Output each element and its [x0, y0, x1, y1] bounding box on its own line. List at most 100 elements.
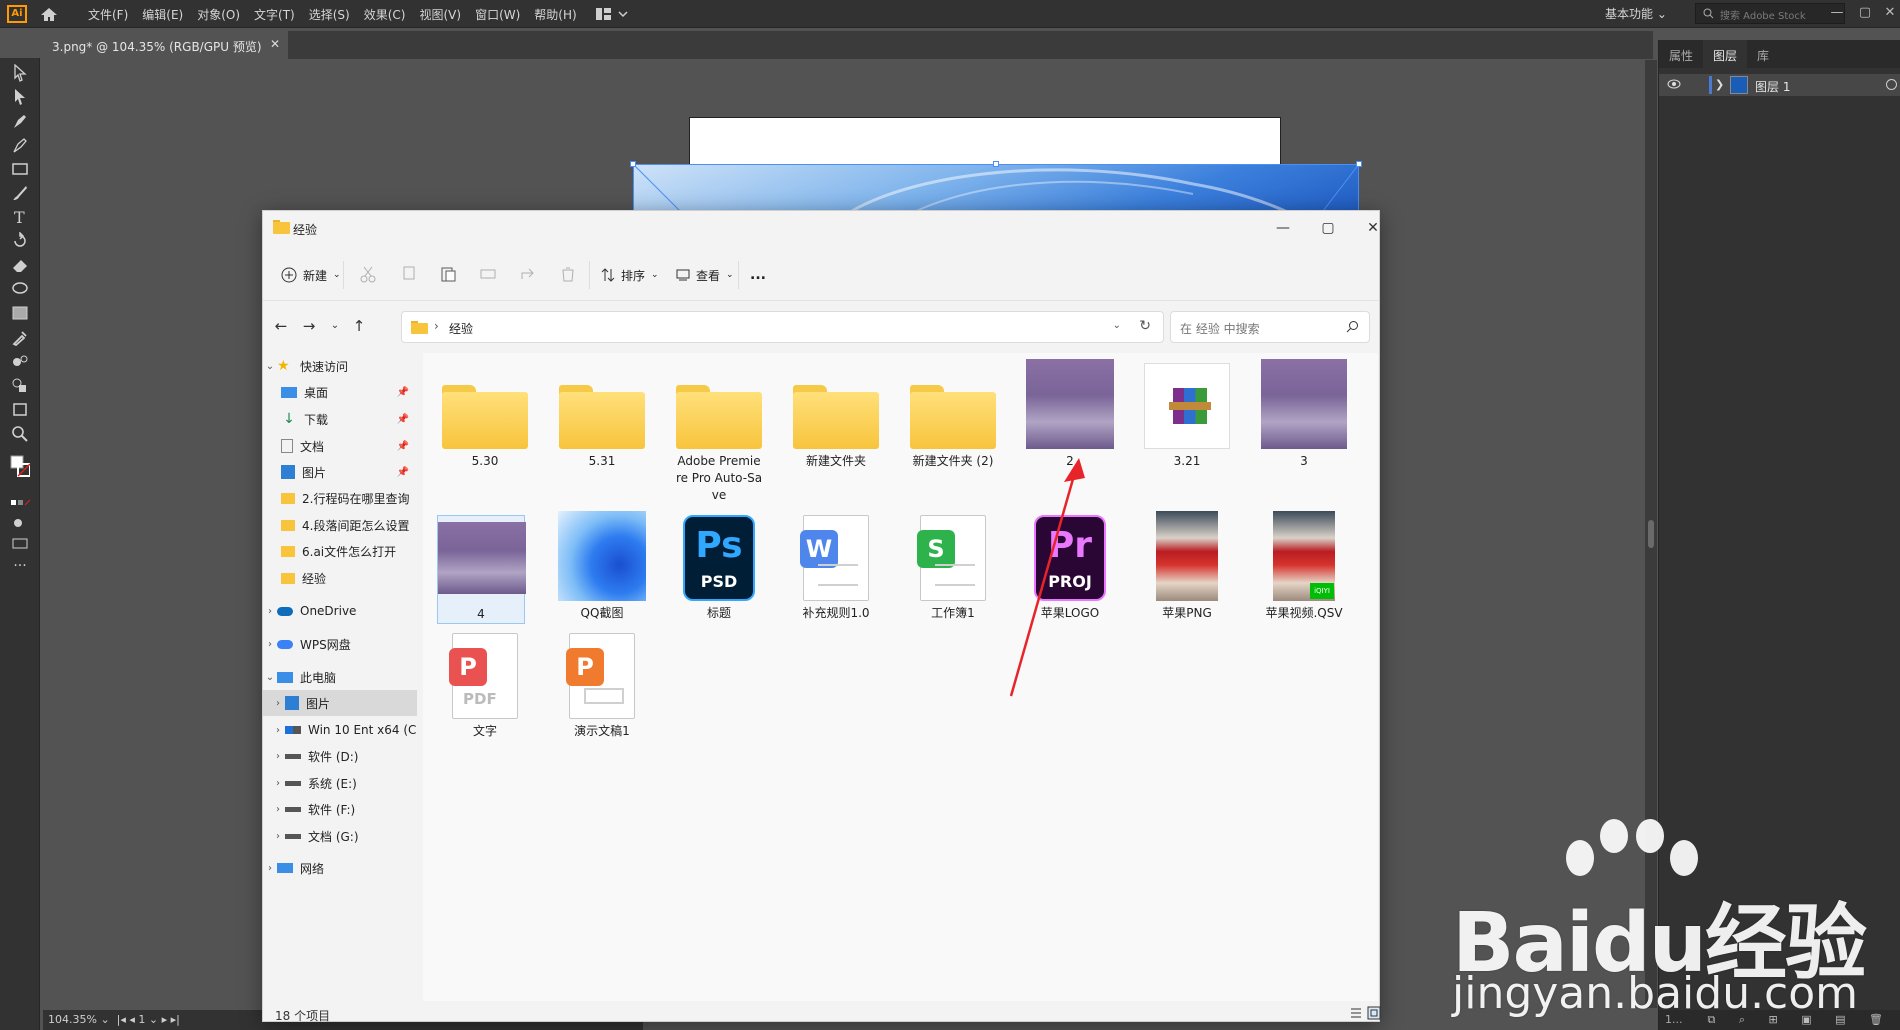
folder-item[interactable]: Adobe Premiere Pro Auto-Save [675, 363, 763, 504]
zoom-tool-icon[interactable] [10, 424, 30, 442]
sort-button[interactable]: 排序 ⌄ [601, 265, 659, 285]
sidebar-item-drive-e[interactable]: › 系统 (E:) [263, 770, 417, 796]
expand-chevron-icon[interactable]: › [271, 751, 285, 762]
paste-icon[interactable] [439, 265, 457, 283]
more-options-button[interactable]: ... [750, 265, 766, 285]
up-arrow-icon[interactable]: ↑ [349, 316, 369, 336]
cut-icon[interactable] [359, 265, 377, 283]
fill-stroke-icon[interactable] [10, 452, 30, 482]
new-button[interactable]: 新建 ⌄ [281, 265, 341, 285]
tab-layers[interactable]: 图层 [1703, 40, 1748, 68]
artboard-tool-icon[interactable] [10, 400, 30, 418]
eyedropper-tool-icon[interactable] [10, 328, 30, 346]
pin-icon[interactable]: 📌 [397, 467, 409, 478]
pen-tool-icon[interactable] [10, 112, 30, 130]
menu-file[interactable]: 文件(F) [88, 6, 128, 23]
video-file-item[interactable]: iQIYI 苹果视频.QSV [1260, 511, 1348, 622]
forward-arrow-icon[interactable]: → [299, 316, 319, 336]
sidebar-item-network[interactable]: › 网络 [263, 855, 417, 881]
search-input[interactable]: 在 经验 中搜索 [1170, 311, 1370, 343]
sidebar-item-downloads[interactable]: ↓ 下载 📌 [263, 406, 417, 432]
sidebar-item-drive-d[interactable]: › 软件 (D:) [263, 743, 417, 769]
folder-item[interactable]: 5.31 [558, 363, 646, 470]
paintbrush-tool-icon[interactable] [10, 184, 30, 202]
expand-chevron-icon[interactable]: › [271, 804, 285, 815]
pin-icon[interactable]: 📌 [397, 441, 409, 452]
page-number[interactable]: 1 [138, 1013, 145, 1026]
image-file-item[interactable]: 2 [1026, 359, 1114, 470]
selection-handle[interactable] [993, 161, 999, 167]
close-icon[interactable]: ✕ [1883, 6, 1897, 20]
eye-icon[interactable] [1667, 79, 1681, 89]
workspace-switcher[interactable]: 基本功能 ⌄ [1605, 5, 1667, 22]
menu-object[interactable]: 对象(O) [197, 6, 240, 23]
breadcrumb-item[interactable]: 经验 [449, 320, 473, 337]
folder-item[interactable]: 新建文件夹 [792, 363, 880, 470]
arrange-documents-icon[interactable] [595, 7, 629, 21]
minimize-icon[interactable]: — [1830, 6, 1844, 20]
stock-search-input[interactable]: 搜索 Adobe Stock [1695, 3, 1845, 24]
sidebar-item-pictures[interactable]: 图片 📌 [263, 459, 417, 485]
share-icon[interactable] [519, 265, 537, 283]
archive-file-item[interactable]: 3.21 [1143, 363, 1231, 470]
sidebar-item-folder[interactable]: 6.ai文件怎么打开 [263, 538, 417, 564]
selection-handle[interactable] [1356, 161, 1362, 167]
menu-type[interactable]: 文字(T) [254, 6, 295, 23]
type-tool-icon[interactable]: T [10, 208, 30, 226]
refresh-icon[interactable]: ↻ [1139, 318, 1151, 334]
close-tab-icon[interactable]: ✕ [270, 37, 280, 51]
sidebar-item-pc-pictures[interactable]: › 图片 [263, 690, 417, 716]
menu-effect[interactable]: 效果(C) [364, 6, 406, 23]
sidebar-item-documents[interactable]: 文档 📌 [263, 433, 417, 459]
tab-libraries[interactable]: 库 [1747, 40, 1779, 68]
close-icon[interactable]: ✕ [1358, 217, 1388, 239]
eraser-tool-icon[interactable] [10, 256, 30, 274]
maximize-icon[interactable]: ▢ [1313, 217, 1343, 239]
lasso-tool-icon[interactable] [10, 280, 30, 298]
image-file-item[interactable]: 3 [1260, 359, 1348, 470]
address-dropdown-icon[interactable]: ⌄ [1113, 320, 1121, 331]
menu-window[interactable]: 窗口(W) [475, 6, 520, 23]
layer-row[interactable]: ❯ 图层 1 [1659, 74, 1900, 96]
ppt-file-item[interactable]: P 演示文稿1 [558, 633, 646, 740]
layer-name[interactable]: 图层 1 [1755, 78, 1790, 95]
zoom-level[interactable]: 104.35% [48, 1013, 97, 1026]
target-circle-icon[interactable] [1886, 79, 1897, 90]
maximize-icon[interactable]: ▢ [1858, 6, 1872, 20]
rename-icon[interactable] [479, 265, 497, 283]
pin-icon[interactable]: 📌 [397, 387, 409, 398]
expand-chevron-icon[interactable]: › [271, 725, 285, 736]
view-button[interactable]: 查看 ⌄ [676, 265, 734, 285]
back-arrow-icon[interactable]: ← [271, 316, 291, 336]
large-icons-view-icon[interactable] [1367, 1006, 1381, 1020]
sidebar-item-folder[interactable]: 经验 [263, 565, 417, 591]
rectangle-tool-icon[interactable] [10, 160, 30, 178]
expand-chevron-icon[interactable]: › [263, 863, 277, 874]
expand-chevron-icon[interactable]: › [263, 606, 277, 617]
sidebar-item-onedrive[interactable]: › OneDrive [263, 598, 417, 624]
sidebar-item-this-pc[interactable]: ⌄ 此电脑 [263, 664, 417, 690]
word-file-item[interactable]: W 补充规则1.0 [792, 515, 880, 622]
scrollbar-thumb[interactable] [1648, 520, 1654, 548]
symbol-tool-icon[interactable] [10, 376, 30, 394]
sidebar-item-desktop[interactable]: 桌面 📌 [263, 379, 417, 405]
sidebar-item-folder[interactable]: 2.行程码在哪里查询 [263, 485, 417, 511]
recent-chevron-icon[interactable]: ⌄ [325, 316, 345, 336]
screen-mode-icon[interactable] [10, 534, 30, 552]
home-icon[interactable] [40, 7, 58, 22]
expand-chevron-icon[interactable]: › [271, 778, 285, 789]
sidebar-item-drive-g[interactable]: › 文档 (G:) [263, 823, 417, 849]
draw-mode-icon[interactable] [10, 514, 30, 532]
address-bar[interactable]: › 经验 ⌄ ↻ [401, 311, 1164, 343]
expand-chevron-icon[interactable]: › [271, 831, 285, 842]
sidebar-item-drive-c[interactable]: › Win 10 Ent x64 (C:) [263, 717, 417, 743]
menu-select[interactable]: 选择(S) [309, 6, 350, 23]
expand-chevron-icon[interactable]: › [271, 698, 285, 709]
menu-help[interactable]: 帮助(H) [534, 6, 576, 23]
pdf-file-item[interactable]: P PDF 文字 [441, 633, 529, 740]
delete-icon[interactable] [559, 265, 577, 283]
folder-item[interactable]: 新建文件夹 (2) [909, 363, 997, 470]
image-file-item-selected[interactable]: 4 [437, 515, 526, 624]
premiere-file-item[interactable]: Pr PROJ 苹果LOGO [1026, 515, 1114, 622]
selection-tool-icon[interactable] [10, 64, 30, 82]
